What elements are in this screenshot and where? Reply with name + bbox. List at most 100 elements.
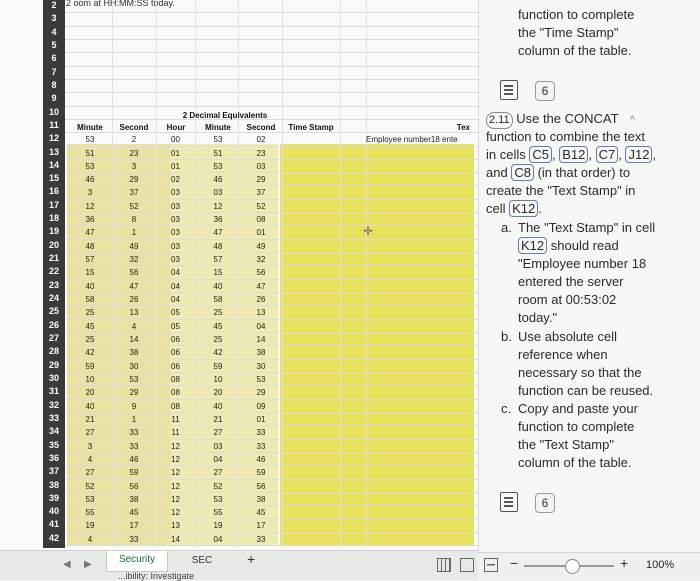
- second-cell[interactable]: 1: [112, 414, 156, 425]
- hour-cell[interactable]: 12: [156, 454, 195, 465]
- row-header[interactable]: 40: [43, 506, 65, 517]
- hour-cell[interactable]: 12: [156, 507, 195, 518]
- minute-cell[interactable]: 12: [68, 201, 112, 212]
- row-header[interactable]: 8: [43, 80, 65, 91]
- hour-cell[interactable]: 08: [156, 387, 195, 398]
- second-eq-cell[interactable]: 52: [240, 201, 282, 212]
- row-header[interactable]: 18: [43, 213, 65, 224]
- second-eq-cell[interactable]: 08: [240, 214, 282, 225]
- cell-ref-k12[interactable]: K12: [509, 200, 539, 217]
- zoom-in-button[interactable]: +: [620, 555, 628, 571]
- minute-cell[interactable]: 27: [68, 427, 112, 438]
- minute-eq-cell[interactable]: 53: [198, 494, 238, 505]
- hour-cell[interactable]: 12: [156, 494, 195, 505]
- row-header[interactable]: 32: [43, 400, 65, 411]
- minute-cell[interactable]: 25: [68, 334, 112, 345]
- row-header[interactable]: 22: [43, 266, 65, 277]
- hour-cell[interactable]: 06: [156, 347, 195, 358]
- minute-cell[interactable]: 58: [68, 294, 112, 305]
- tab-sec[interactable]: SEC: [180, 553, 224, 569]
- minute-cell[interactable]: 15: [68, 267, 112, 278]
- collapse-icon[interactable]: ^: [630, 115, 635, 126]
- minute-eq-cell[interactable]: 52: [198, 481, 238, 492]
- second-cell[interactable]: 14: [112, 334, 156, 345]
- hour-cell[interactable]: 04: [156, 281, 195, 292]
- minute-eq-cell[interactable]: 15: [198, 267, 238, 278]
- minute-eq-cell[interactable]: 40: [198, 281, 238, 292]
- row-header[interactable]: 2: [43, 0, 65, 11]
- second-cell[interactable]: 8: [112, 214, 156, 225]
- hour-cell[interactable]: 12: [156, 441, 195, 452]
- second-cell[interactable]: 9: [112, 401, 156, 412]
- minute-cell[interactable]: 51: [68, 148, 112, 159]
- second-eq-cell[interactable]: 30: [240, 361, 282, 372]
- second-cell[interactable]: 2: [112, 134, 156, 145]
- hour-cell[interactable]: 03: [156, 254, 195, 265]
- minute-cell[interactable]: 53: [68, 494, 112, 505]
- row-header[interactable]: 7: [43, 67, 65, 78]
- hour-cell[interactable]: 03: [156, 227, 195, 238]
- row-header[interactable]: 28: [43, 346, 65, 357]
- second-eq-cell[interactable]: 01: [240, 414, 282, 425]
- hour-cell[interactable]: 14: [156, 534, 195, 545]
- hour-cell[interactable]: 11: [156, 427, 195, 438]
- minute-eq-cell[interactable]: 58: [198, 294, 238, 305]
- hour-cell[interactable]: 00: [156, 134, 195, 145]
- row-header[interactable]: 21: [43, 253, 65, 264]
- minute-eq-cell[interactable]: 59: [198, 361, 238, 372]
- minute-cell[interactable]: 3: [68, 187, 112, 198]
- second-eq-cell[interactable]: 04: [240, 321, 282, 332]
- hour-cell[interactable]: 01: [156, 161, 195, 172]
- second-eq-cell[interactable]: 38: [240, 494, 282, 505]
- minute-eq-cell[interactable]: 25: [198, 334, 238, 345]
- second-eq-cell[interactable]: 33: [240, 441, 282, 452]
- hour-cell[interactable]: 08: [156, 401, 195, 412]
- second-cell[interactable]: 32: [112, 254, 156, 265]
- second-eq-cell[interactable]: 49: [240, 241, 282, 252]
- second-eq-cell[interactable]: 33: [240, 427, 282, 438]
- minute-cell[interactable]: 46: [68, 174, 112, 185]
- hour-cell[interactable]: 04: [156, 294, 195, 305]
- row-header[interactable]: 20: [43, 240, 65, 251]
- minute-cell[interactable]: 25: [68, 307, 112, 318]
- minute-cell[interactable]: 20: [68, 387, 112, 398]
- second-eq-cell[interactable]: 29: [240, 387, 282, 398]
- spreadsheet-area[interactable]: 2 oom at HH:MM:SS today. 2 3 4 5 6 7 8 9 10 11 12 1…: [0, 0, 478, 550]
- second-eq-cell[interactable]: 17: [240, 520, 282, 531]
- document-icon-2[interactable]: [500, 492, 518, 512]
- hour-cell[interactable]: 05: [156, 307, 195, 318]
- second-cell[interactable]: 1: [112, 227, 156, 238]
- minute-eq-cell[interactable]: 12: [198, 201, 238, 212]
- second-eq-cell[interactable]: 09: [240, 401, 282, 412]
- hour-cell[interactable]: 11: [156, 414, 195, 425]
- minute-eq-cell[interactable]: 04: [198, 454, 238, 465]
- hour-cell[interactable]: 13: [156, 520, 195, 531]
- second-cell[interactable]: 56: [112, 481, 156, 492]
- cell-ref-j12[interactable]: J12: [625, 146, 653, 163]
- row-header[interactable]: 39: [43, 493, 65, 504]
- document-icon[interactable]: [500, 80, 518, 100]
- second-cell[interactable]: 33: [112, 534, 156, 545]
- minute-cell[interactable]: 3: [68, 441, 112, 452]
- second-eq-cell[interactable]: 02: [240, 134, 282, 145]
- second-cell[interactable]: 33: [112, 441, 156, 452]
- minute-cell[interactable]: 10: [68, 374, 112, 385]
- hour-cell[interactable]: 04: [156, 267, 195, 278]
- cell-ref-b12[interactable]: B12: [559, 146, 589, 163]
- row-header[interactable]: 26: [43, 320, 65, 331]
- row-header[interactable]: 36: [43, 453, 65, 464]
- minute-cell[interactable]: 55: [68, 507, 112, 518]
- row-header[interactable]: 24: [43, 293, 65, 304]
- minute-eq-cell[interactable]: 19: [198, 520, 238, 531]
- page-break-icon[interactable]: [484, 558, 498, 572]
- row-header[interactable]: 11: [43, 120, 65, 131]
- minute-eq-cell[interactable]: 03: [198, 187, 238, 198]
- hour-cell[interactable]: 08: [156, 374, 195, 385]
- second-eq-cell[interactable]: 38: [240, 347, 282, 358]
- minute-eq-cell[interactable]: 27: [198, 467, 238, 478]
- row-header[interactable]: 27: [43, 333, 65, 344]
- hour-cell[interactable]: 12: [156, 481, 195, 492]
- second-cell[interactable]: 17: [112, 520, 156, 531]
- minute-eq-cell[interactable]: 27: [198, 427, 238, 438]
- second-cell[interactable]: 4: [112, 321, 156, 332]
